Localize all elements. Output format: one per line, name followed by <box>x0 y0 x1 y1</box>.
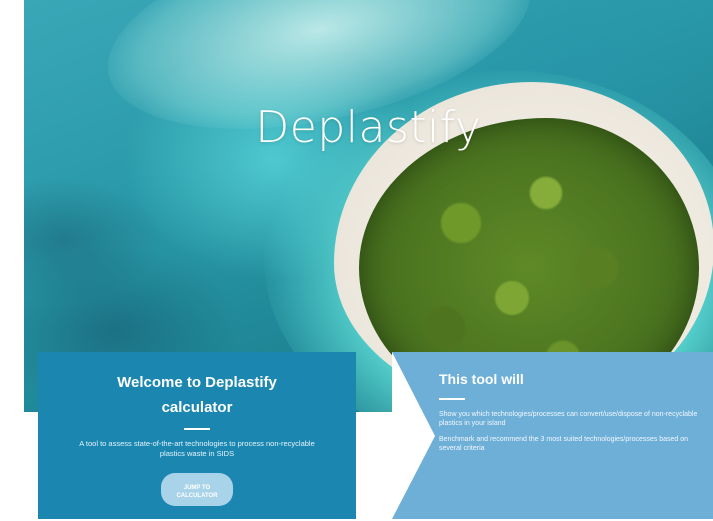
tool-card-content: This tool will Show you which technologi… <box>439 370 703 460</box>
welcome-card: Welcome to Deplastify calculator A tool … <box>38 352 356 519</box>
tool-item: Benchmark and recommend the 3 most suite… <box>439 436 689 452</box>
welcome-description: A tool to assess state-of-the-art techno… <box>79 439 315 458</box>
jump-to-calculator-button[interactable]: JUMP TO CALCULATOR <box>161 473 233 506</box>
tool-divider <box>439 398 465 400</box>
page: Deplastify Welcome to Deplastify calcula… <box>0 0 713 521</box>
welcome-divider <box>184 428 210 430</box>
tool-title: This tool will <box>439 371 524 387</box>
jump-button-label-line2: CALCULATOR <box>176 492 218 499</box>
welcome-title-line1: Welcome to Deplastify <box>117 374 277 391</box>
tool-card-arrow-shape <box>392 352 435 519</box>
welcome-title: Welcome to Deplastify calculator <box>58 370 336 420</box>
hero-banner-image: Deplastify <box>24 0 713 412</box>
hero-title: Deplastify <box>255 102 482 153</box>
welcome-title-line2: calculator <box>161 399 233 416</box>
tool-item: Show you which technologies/processes ca… <box>439 411 698 427</box>
jump-button-label-line1: JUMP TO <box>183 484 211 491</box>
tool-card: This tool will Show you which technologi… <box>392 352 713 519</box>
